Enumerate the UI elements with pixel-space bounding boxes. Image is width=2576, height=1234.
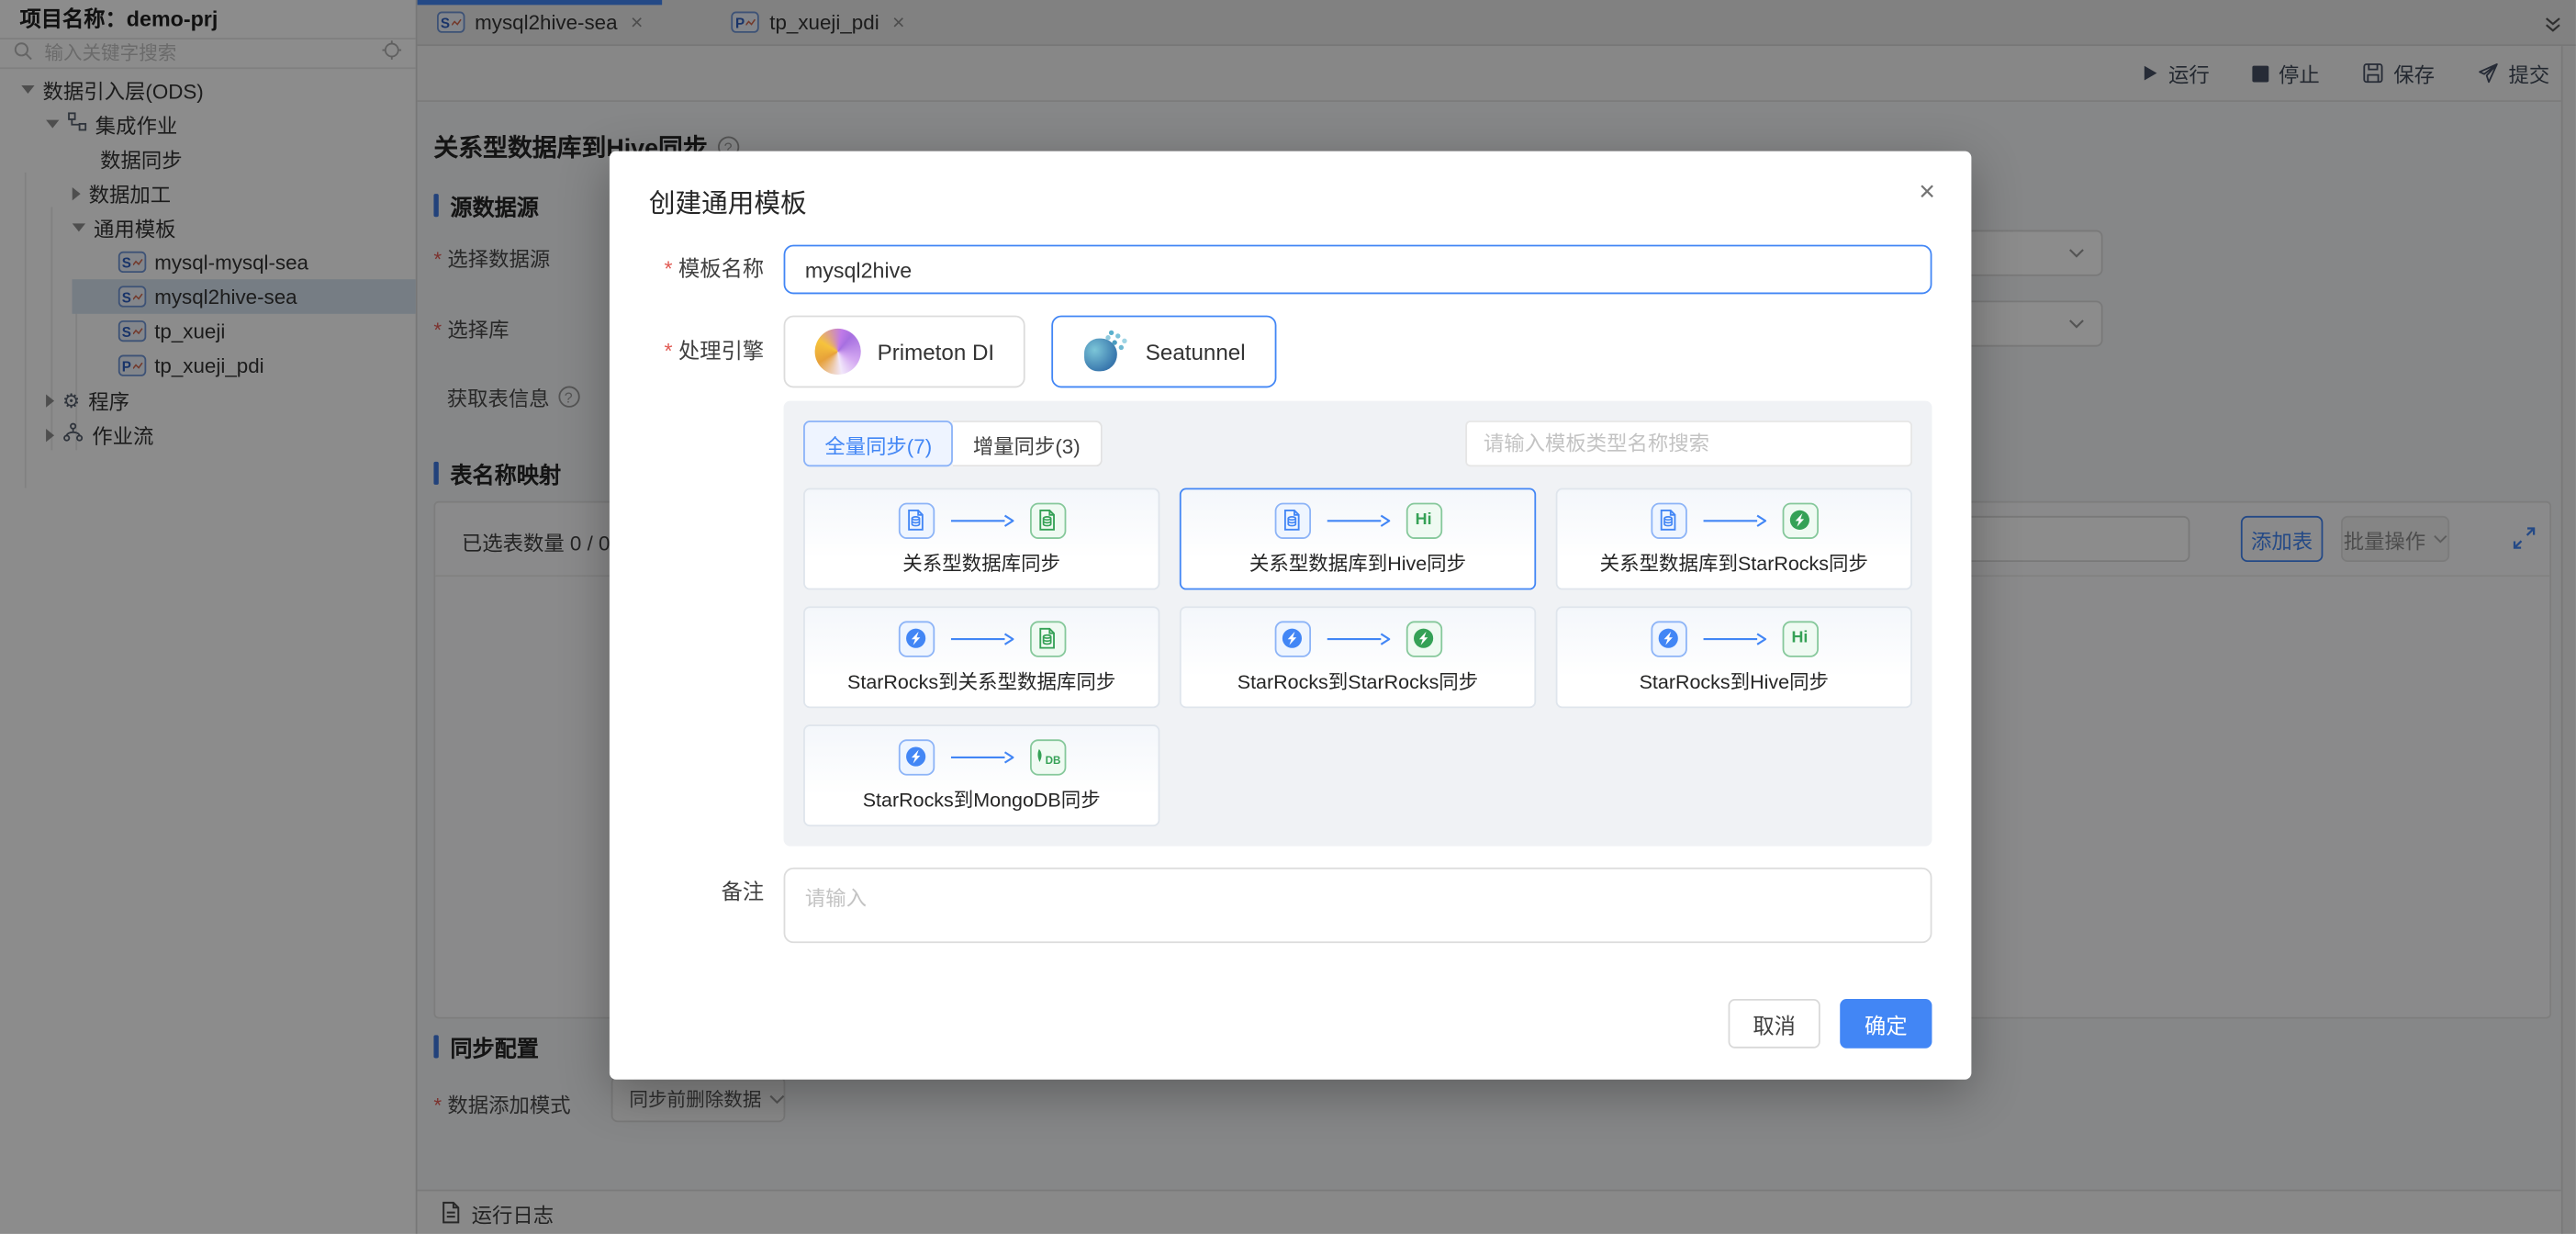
hive-icon: Hi — [1406, 502, 1441, 538]
starrocks-icon — [1651, 621, 1686, 656]
arrow-right-icon — [1325, 630, 1391, 646]
engine-label: 处理引擎 — [649, 316, 784, 388]
starrocks-icon — [1274, 621, 1310, 656]
rdb-icon — [1274, 502, 1310, 538]
starrocks-icon — [898, 621, 934, 656]
application-window: 项目名称：demo-prj 数据引入层(ODS) 集成作业 数据同步 — [0, 0, 2576, 1234]
modal-title: 创建通用模板 — [649, 181, 1932, 220]
template-name-label: 模板名称 — [649, 245, 784, 295]
mongodb-icon: DB — [1029, 738, 1065, 774]
cancel-button[interactable]: 取消 — [1728, 999, 1820, 1049]
arrow-right-icon — [1701, 630, 1767, 646]
engine-option-seatunnel[interactable]: Seatunnel — [1052, 316, 1277, 388]
create-template-modal: 创建通用模板 × 模板名称 处理引擎 Primeton DI Seatunnel — [610, 151, 1971, 1080]
template-card-starrocks2starrocks[interactable]: StarRocks到StarRocks同步 — [1180, 606, 1536, 708]
rdb-icon — [1651, 502, 1686, 538]
seatunnel-logo-icon — [1083, 329, 1129, 375]
remark-label: 备注 — [649, 868, 784, 909]
rdb-icon — [1029, 621, 1065, 656]
engine-option-primeton[interactable]: Primeton DI — [784, 316, 1026, 388]
template-card-rdb2starrocks[interactable]: 关系型数据库到StarRocks同步 — [1556, 488, 1912, 589]
template-search-input[interactable] — [1465, 421, 1912, 466]
ok-button[interactable]: 确定 — [1840, 999, 1932, 1049]
starrocks-icon — [898, 738, 934, 774]
starrocks-icon — [1782, 502, 1818, 538]
arrow-right-icon — [1701, 511, 1767, 528]
tab-full-sync[interactable]: 全量同步(7) — [803, 421, 953, 466]
arrow-right-icon — [948, 511, 1014, 528]
template-name-input[interactable] — [784, 245, 1932, 295]
starrocks-icon — [1406, 621, 1441, 656]
template-card-rdb2hive[interactable]: Hi 关系型数据库到Hive同步 — [1180, 488, 1536, 589]
rdb-icon — [898, 502, 934, 538]
rdb-icon — [1029, 502, 1065, 538]
template-card-starrocks2rdb[interactable]: StarRocks到关系型数据库同步 — [803, 606, 1159, 708]
template-card-grid: 关系型数据库同步 Hi 关系型数据库到Hive同步 — [803, 488, 1912, 826]
sync-type-tabs: 全量同步(7) 增量同步(3) — [803, 421, 1102, 466]
template-card-starrocks2mongodb[interactable]: DB StarRocks到MongoDB同步 — [803, 724, 1159, 826]
arrow-right-icon — [948, 748, 1014, 765]
arrow-right-icon — [1325, 511, 1391, 528]
close-icon[interactable]: × — [1919, 177, 1935, 205]
remark-textarea[interactable] — [784, 868, 1932, 943]
template-card-starrocks2hive[interactable]: Hi StarRocks到Hive同步 — [1556, 606, 1912, 708]
template-card-rdb2rdb[interactable]: 关系型数据库同步 — [803, 488, 1159, 589]
primeton-logo-icon — [815, 329, 861, 375]
arrow-right-icon — [948, 630, 1014, 646]
template-type-panel: 全量同步(7) 增量同步(3) 关系型数据库同步 — [784, 401, 1932, 847]
hive-icon: Hi — [1782, 621, 1818, 656]
tab-incremental-sync[interactable]: 增量同步(3) — [953, 421, 1102, 466]
